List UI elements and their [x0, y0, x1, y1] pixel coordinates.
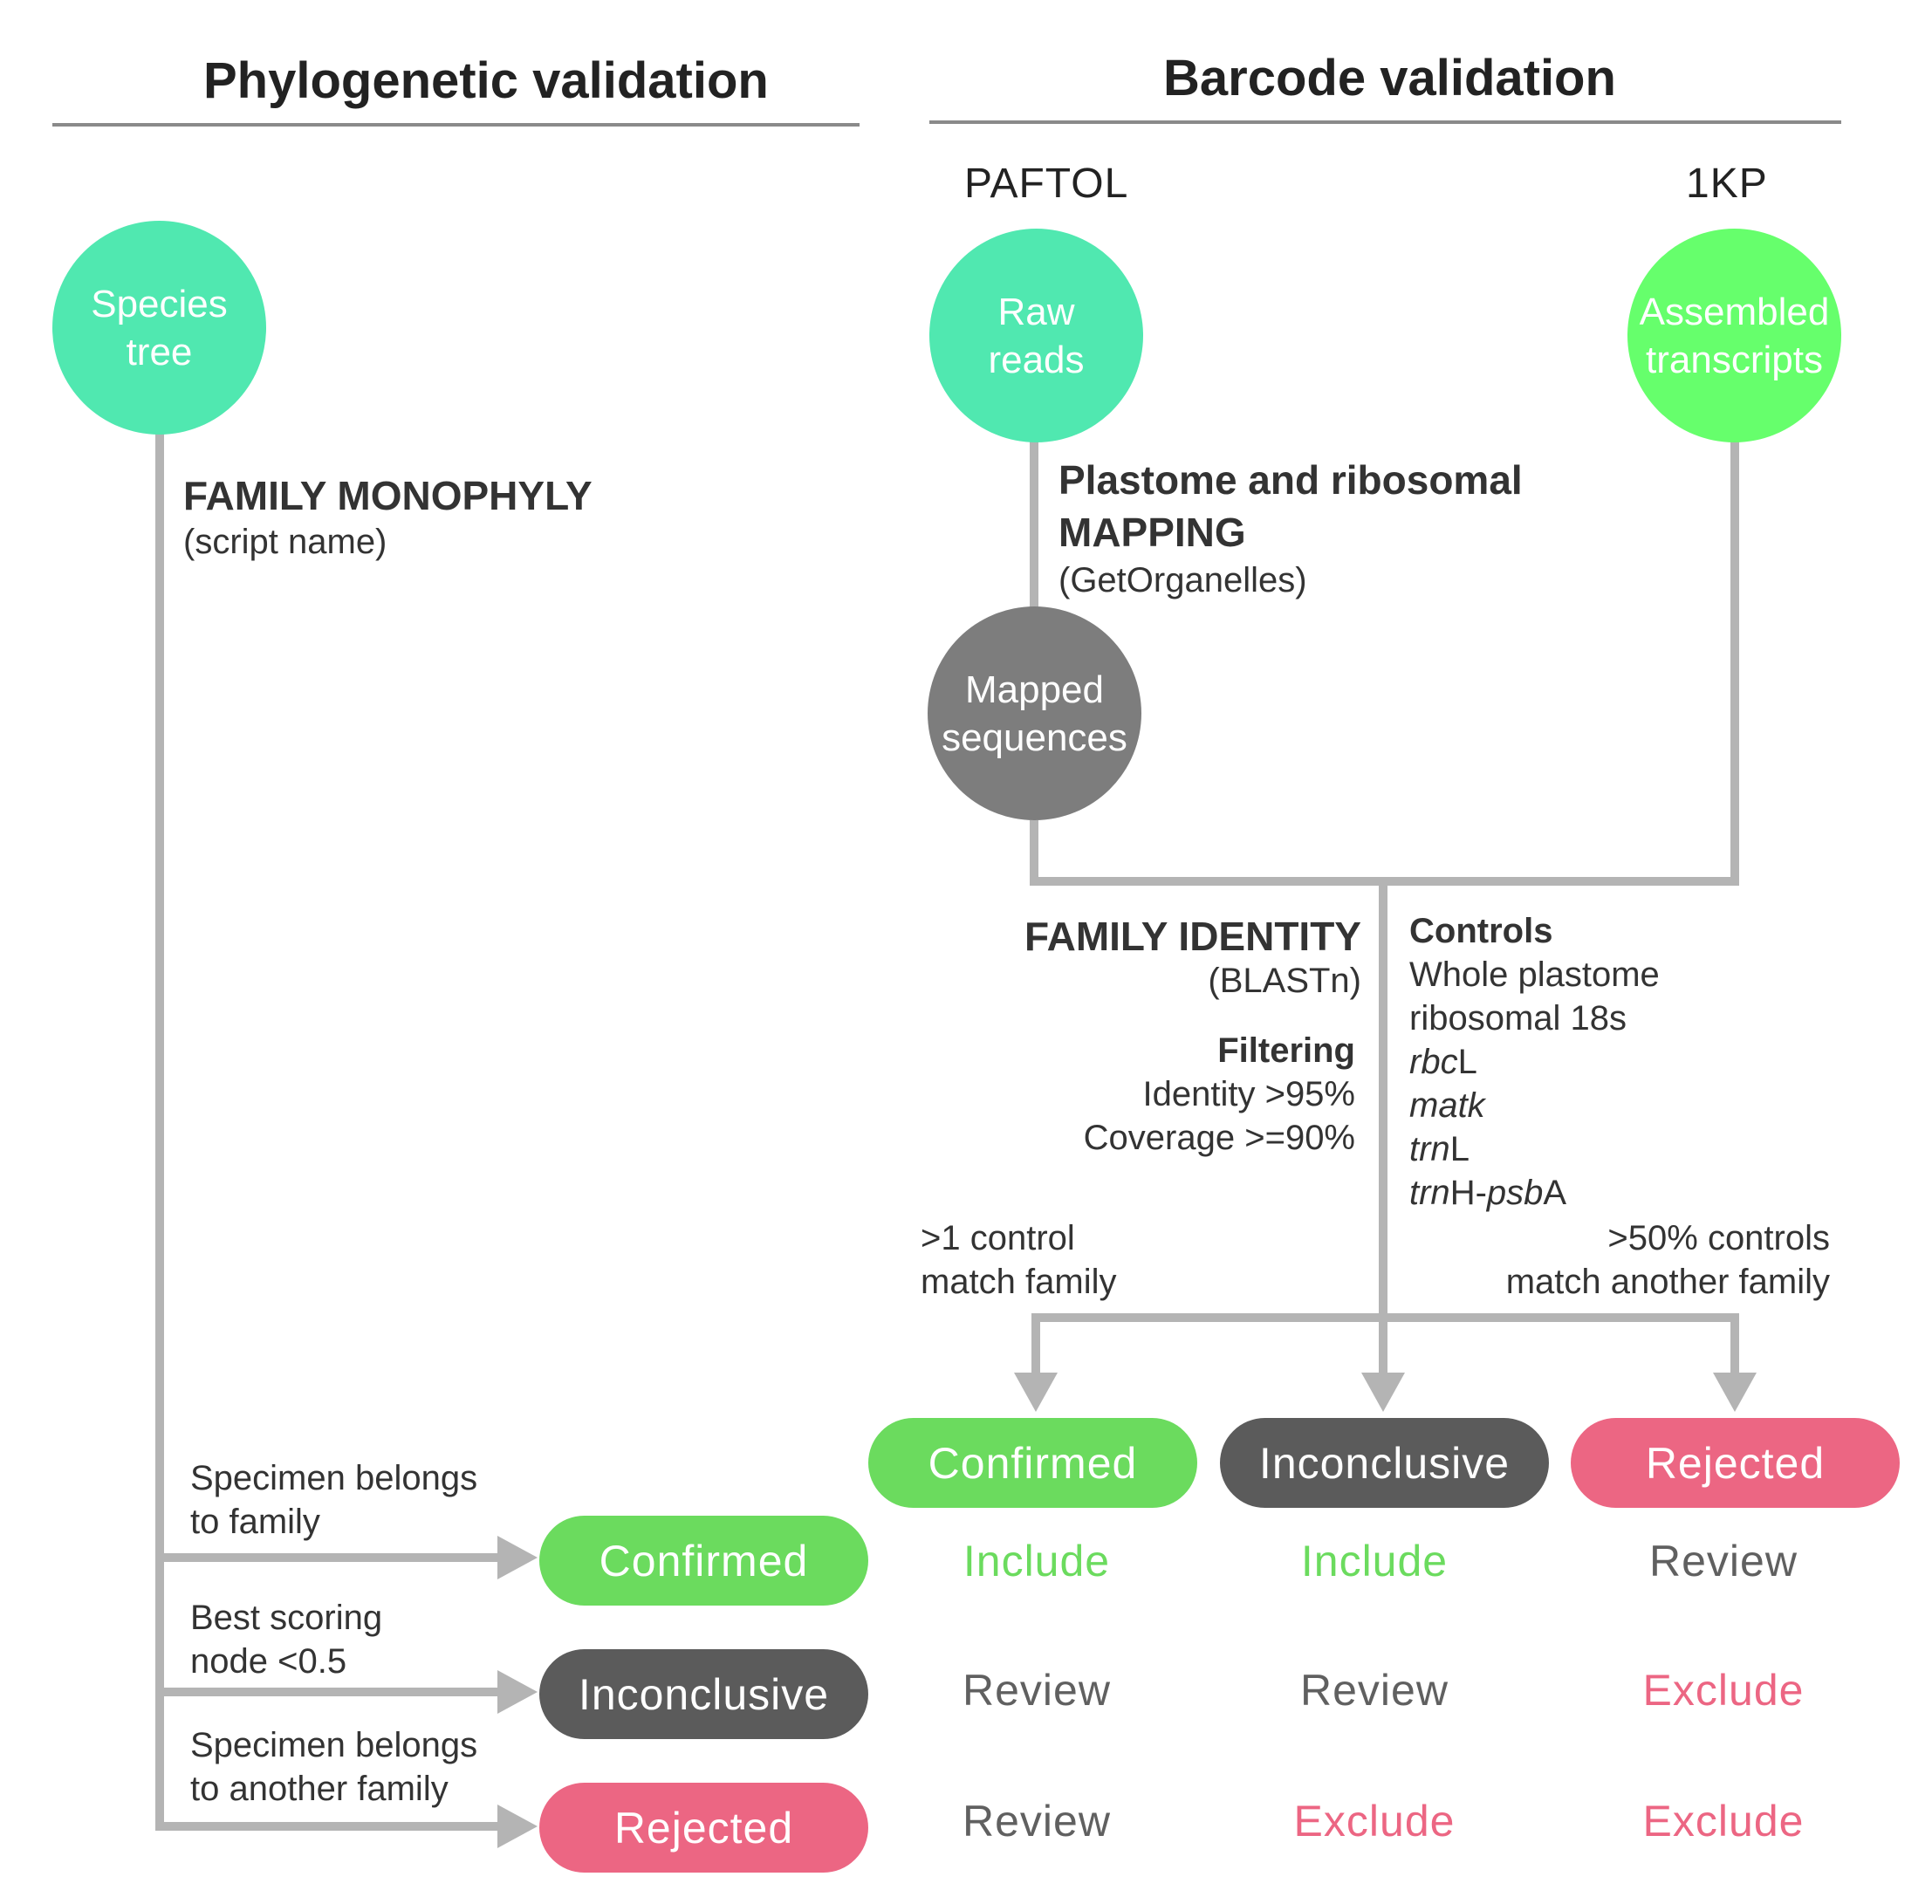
branch-label-left-line1: >1 control: [921, 1219, 1075, 1257]
arrow-phylo-inconclusive: [497, 1670, 538, 1714]
decision-cell: Review: [1300, 1666, 1449, 1715]
phylo-confirmed-pill: Confirmed: [539, 1516, 868, 1606]
decision-cell: Review: [963, 1797, 1111, 1846]
condition-rejected-line2: to another family: [190, 1770, 449, 1808]
arrow-phylo-rejected: [497, 1805, 538, 1848]
decision-cell: Include: [1300, 1537, 1449, 1586]
barcode-heading: Barcode validation: [1163, 50, 1616, 106]
arrow-confirmed: [1014, 1373, 1058, 1412]
condition-inconclusive-line2: node <0.5: [190, 1642, 347, 1681]
controls-item: rbcL: [1409, 1043, 1477, 1081]
filtering-item: Coverage >=90%: [1083, 1119, 1355, 1157]
source-paftol: PAFTOL: [964, 161, 1129, 207]
branch-label-right-line1: >50% controls: [1607, 1219, 1830, 1257]
mapping-title-line1: Plastome and ribosomal: [1058, 457, 1523, 503]
controls-item: trnH-psbA: [1409, 1174, 1567, 1212]
decision-cell: Exclude: [1293, 1797, 1456, 1846]
controls-item: ribosomal 18s: [1409, 999, 1627, 1038]
phylo-rejected-pill: Rejected: [539, 1783, 868, 1873]
identity-title: FAMILY IDENTITY: [1024, 914, 1361, 959]
controls-item: trnL: [1409, 1130, 1470, 1168]
arrow-phylo-confirmed: [497, 1536, 538, 1579]
decision-cell: Exclude: [1642, 1797, 1805, 1846]
barcode-confirmed-pill: Confirmed: [868, 1418, 1197, 1508]
phylo-inconclusive-pill: Inconclusive: [539, 1649, 868, 1739]
phylo-heading: Phylogenetic validation: [203, 52, 769, 109]
mapping-tool: (GetOrganelles): [1058, 561, 1307, 599]
species-tree-node: Species tree: [52, 221, 266, 435]
barcode-inconclusive-pill: Inconclusive: [1220, 1418, 1549, 1508]
raw-reads-node: Raw reads: [929, 229, 1143, 442]
decision-cell: Review: [963, 1666, 1111, 1715]
mapped-sequences-node: Mapped sequences: [928, 606, 1141, 820]
barcode-rejected-pill: Rejected: [1571, 1418, 1900, 1508]
controls-item: Whole plastome: [1409, 955, 1660, 994]
controls-item: matk: [1409, 1086, 1485, 1125]
filtering-item: Identity >95%: [1142, 1075, 1356, 1113]
source-1kp: 1KP: [1686, 161, 1768, 207]
decision-cell: Include: [963, 1537, 1111, 1586]
mapping-title-line2: MAPPING: [1058, 510, 1246, 555]
condition-confirmed-line2: to family: [190, 1503, 320, 1541]
decision-cell: Exclude: [1642, 1666, 1805, 1715]
monophyly-title: FAMILY MONOPHYLY: [183, 473, 593, 518]
decision-cell: Review: [1649, 1537, 1798, 1586]
condition-inconclusive-line1: Best scoring: [190, 1599, 383, 1637]
condition-rejected-line1: Specimen belongs: [190, 1726, 478, 1764]
monophyly-tool: (script name): [183, 523, 387, 561]
branch-label-right-line2: match another family: [1505, 1263, 1830, 1301]
filtering-title: Filtering: [1217, 1031, 1355, 1070]
arrow-inconclusive: [1361, 1373, 1405, 1412]
identity-tool: (BLASTn): [1208, 962, 1361, 1000]
controls-title: Controls: [1409, 912, 1553, 950]
branch-label-left-line2: match family: [921, 1263, 1117, 1301]
condition-confirmed-line1: Specimen belongs: [190, 1459, 478, 1497]
arrow-rejected: [1713, 1373, 1757, 1412]
assembled-transcripts-node: Assembled transcripts: [1627, 229, 1841, 442]
